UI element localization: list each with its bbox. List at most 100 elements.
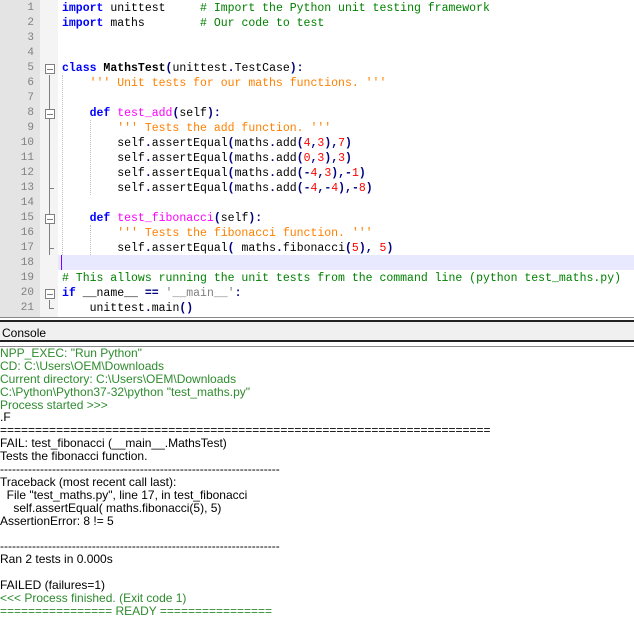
code-token: ) [358,167,366,180]
code-token: (- [296,182,311,195]
code-line[interactable]: def test_add(self): [62,106,221,121]
line-number: 13 [20,182,34,194]
code-token: add [275,152,297,165]
code-line[interactable]: self.assertEqual(maths.add(4,3),7) [62,136,352,151]
code-line[interactable]: if __name__ == '__main__': [62,286,241,301]
code-token: assertEqual [151,167,228,180]
code-token: 5 [372,242,387,255]
code-token: ''' Tests the add function. ''' [62,122,332,135]
code-token: ( [296,152,304,165]
code-line[interactable]: # This allows running the unit tests fro… [62,271,621,286]
fold-collapse-icon[interactable] [45,289,55,299]
text-caret [61,255,62,270]
console-line: C:\Python\Python37-32\python "test_maths… [0,384,250,399]
code-token: ), [358,242,373,255]
line-number: 18 [20,257,34,269]
code-token: 7 [338,137,346,150]
line-number: 4 [27,47,34,59]
code-line[interactable]: ''' Unit tests for our maths functions. … [62,76,387,91]
code-token: ),- [331,167,352,180]
code-token: assertEqual [151,242,228,255]
code-token: ''' Tests the fibonacci function. ''' [62,227,373,240]
code-line[interactable]: unittest.main() [62,301,194,316]
code-editor[interactable]: 1 import unittest # Import the Python uni… [0,0,634,318]
code-line[interactable]: import unittest # Import the Python unit… [62,1,490,16]
console-line: Process started >>> [0,397,108,412]
current-line-highlight [58,255,634,270]
code-token: ) [345,152,352,165]
code-token: ), [324,152,339,165]
code-token: self [179,107,207,120]
code-token: # Our code to test [200,17,325,30]
code-token: . [144,167,152,180]
code-token: ( [213,212,221,225]
line-number: 19 [20,272,34,284]
code-line[interactable]: class MathsTest(unittest.TestCase): [62,61,304,76]
code-token: assertEqual [151,182,228,195]
code-token: 3 [338,152,346,165]
code-line[interactable]: import maths # Our code to test [62,16,324,31]
code-token: ): [206,107,221,120]
console-output[interactable]: NPP_EXEC: "Run Python" CD: C:\Users\OEM\D… [0,346,634,623]
code-token: test_fibonacci [110,212,214,225]
line-number: 7 [27,92,34,104]
line-number: 5 [27,62,34,74]
console-line: ----------------------------------------… [0,462,280,477]
code-token: ),- [338,182,359,195]
line-number: 9 [27,122,34,134]
code-token: . [144,182,152,195]
line-number: 12 [20,167,34,179]
code-token: ), [324,137,339,150]
fold-line [49,75,50,255]
code-line[interactable]: ''' Tests the add function. ''' [62,121,331,136]
code-token: 0 [303,152,311,165]
code-line[interactable]: def test_fibonacci(self): [62,211,263,226]
code-token: self [62,182,145,195]
console-line: AssertionError: 8 != 5 [0,513,114,528]
code-token: def [62,107,111,120]
code-token: ( [227,137,235,150]
code-token: unittest [110,2,201,15]
code-line[interactable]: self.assertEqual(maths.add(0,3),3) [62,151,352,166]
code-token: 8 [358,182,366,195]
line-number: 1 [27,2,34,14]
code-token: unittest [62,302,145,315]
code-line[interactable]: self.assertEqual(maths.add(-4,-4),-8) [62,181,373,196]
console-line: Traceback (most recent call last): [0,474,177,489]
code-line[interactable]: self.assertEqual(maths.add(-4,3),-1) [62,166,366,181]
code-token: ): [289,62,304,75]
code-token: add [275,167,297,180]
console-line: File "test_maths.py", line 17, in test_f… [0,487,248,502]
line-number: 14 [20,197,34,209]
console-line: FAILED (failures=1) [0,578,106,593]
fold-end-marker [49,308,54,309]
code-token: __name__ [75,287,145,300]
code-token: maths [234,242,276,255]
code-token: . [144,152,152,165]
code-token: . [144,242,152,255]
code-token: . [275,242,283,255]
console-line: ================ READY ================ [0,603,273,618]
code-token: if [62,287,76,300]
code-token: ( [227,242,235,255]
fold-collapse-icon[interactable] [45,214,55,224]
code-token: import [62,17,111,30]
code-line[interactable]: ''' Tests the fibonacci function. ''' [62,226,373,241]
console-line: CD: C:\Users\OEM\Downloads [0,358,165,373]
code-token: TestCase [234,62,290,75]
code-token: ) [365,182,373,195]
code-token: self [62,167,145,180]
console-panel-title: Console [0,320,634,342]
fold-collapse-icon[interactable] [45,64,55,74]
code-line[interactable]: self.assertEqual( maths.fibonacci(5), 5) [62,241,393,256]
code-token: maths [234,152,270,165]
code-token: # This allows running the unit tests fro… [62,272,621,285]
fold-collapse-icon[interactable] [45,109,55,119]
code-token: ''' Unit tests for our maths functions. … [62,77,387,90]
code-token: ( [227,182,235,195]
code-token: == [144,287,159,300]
console-line: Current directory: C:\Users\OEM\Download… [0,371,237,386]
code-token: ) [345,137,352,150]
line-number: 3 [27,32,34,44]
code-token: maths [234,167,270,180]
